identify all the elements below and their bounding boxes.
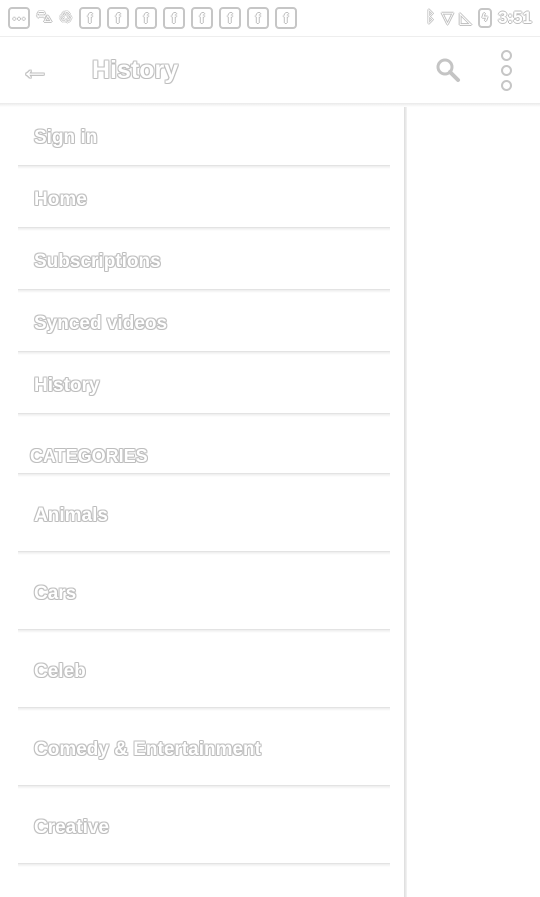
notification-icons: ⋯ ⛍ ♲ f f f f f f f f (8, 7, 297, 29)
drawer-item-label: Synced videos (34, 313, 168, 334)
facebook-icon: f (190, 7, 213, 29)
facebook-icon: f (106, 7, 129, 29)
facebook-icon: f (78, 7, 101, 29)
wifi-icon: ▽ (441, 10, 454, 27)
back-button[interactable]: ← (12, 47, 58, 93)
drawer-edge-shadow (404, 107, 407, 897)
category-label: Celeb (34, 661, 86, 682)
app-bar: ← History (0, 37, 540, 103)
search-icon (436, 58, 460, 82)
category-label: Comedy & Entertainment (34, 739, 261, 760)
category-label: Creative (34, 817, 109, 838)
facebook-icon: f (274, 7, 297, 29)
category-item-cars[interactable]: Cars (0, 555, 404, 633)
drawer-item-label: History (34, 375, 100, 396)
facebook-icon: f (218, 7, 241, 29)
category-item-comedy-entertainment[interactable]: Comedy & Entertainment (0, 711, 404, 789)
category-item-creative[interactable]: Creative (0, 789, 404, 867)
appbar-actions (430, 49, 524, 91)
drawer-item-home[interactable]: Home (0, 169, 404, 231)
facebook-icon: f (162, 7, 185, 29)
more-options-button[interactable] (488, 49, 524, 91)
category-item-animals[interactable]: Animals (0, 477, 404, 555)
navigation-drawer: Sign in Home Subscriptions Synced videos… (0, 107, 404, 897)
no-sim-icon: ◺ (459, 10, 472, 27)
battery-icon: ϟ (477, 8, 492, 28)
system-icons: ᛒ ▽ ◺ ϟ 3:51 (426, 8, 532, 28)
drawer-item-label: Subscriptions (34, 251, 161, 272)
message-icon: ⋯ (8, 7, 30, 29)
drawer-item-history[interactable]: History (0, 355, 404, 417)
facebook-icon: f (246, 7, 269, 29)
drawer-item-label: Sign in (34, 127, 98, 148)
search-button[interactable] (430, 50, 466, 90)
status-bar: ⋯ ⛍ ♲ f f f f f f f f ᛒ ▽ ◺ ϟ 3:51 (0, 0, 540, 36)
status-time: 3:51 (497, 8, 532, 27)
category-item-celeb[interactable]: Celeb (0, 633, 404, 711)
category-label: Cars (34, 583, 77, 604)
drawer-item-subscriptions[interactable]: Subscriptions (0, 231, 404, 293)
arrow-left-icon: ← (20, 53, 50, 86)
drawer-item-synced-videos[interactable]: Synced videos (0, 293, 404, 355)
facebook-icon: f (134, 7, 157, 29)
drawer-item-label: Home (34, 189, 87, 210)
recycle-icon: ♲ (58, 10, 73, 27)
drawer-item-sign-in[interactable]: Sign in (0, 107, 404, 169)
more-vert-icon (500, 49, 512, 91)
page-title: History (92, 55, 179, 84)
categories-header: CATEGORIES (0, 417, 404, 477)
bluetooth-icon: ᛒ (425, 9, 436, 26)
category-label: Animals (34, 505, 108, 526)
car-icon: ⛍ (36, 9, 53, 26)
